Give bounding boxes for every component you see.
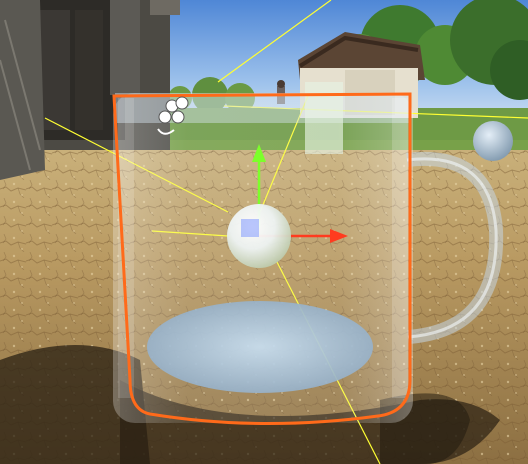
reflection-probe-sphere[interactable] [473, 121, 513, 161]
scene-viewport[interactable] [0, 0, 528, 464]
